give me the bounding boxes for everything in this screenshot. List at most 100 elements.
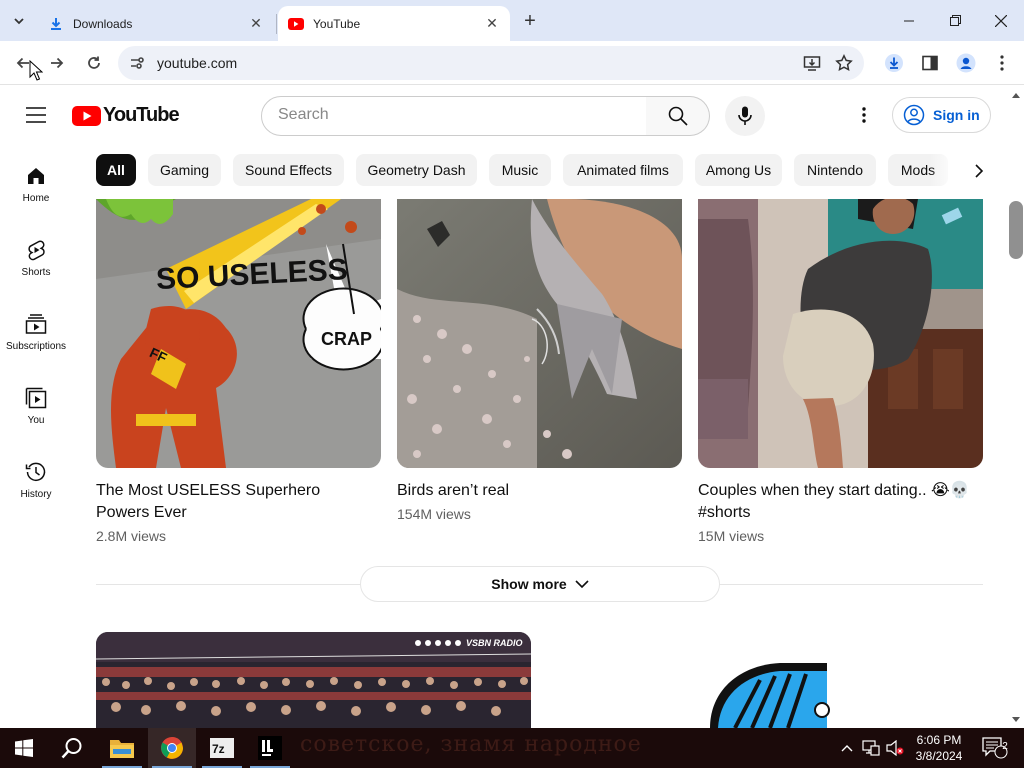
close-window-button[interactable] <box>978 0 1024 41</box>
video-thumbnail-couples[interactable] <box>698 199 983 468</box>
close-tab-icon[interactable]: ✕ <box>247 15 265 33</box>
chip-gaming[interactable]: Gaming <box>148 154 221 186</box>
sidebar-item-label: Subscriptions <box>5 341 67 352</box>
restore-icon <box>949 15 961 26</box>
start-button[interactable] <box>0 728 48 768</box>
video-thumbnail-birds[interactable] <box>397 199 682 468</box>
chevron-up-icon <box>841 745 853 752</box>
taskbar-clock[interactable]: 6:06 PM 3/8/2024 <box>908 732 970 764</box>
taskbar-file-explorer[interactable] <box>98 728 146 768</box>
sidebar-item-you[interactable]: You <box>0 370 72 444</box>
tab-youtube[interactable]: YouTube ✕ <box>278 6 510 41</box>
video-views: 154M views <box>397 506 471 522</box>
video-title[interactable]: The Most USELESS Superhero Powers Ever <box>96 480 376 524</box>
video-thumbnail-crowd[interactable]: VSBN RADIO <box>96 632 531 728</box>
show-more-button[interactable]: Show more <box>360 566 720 602</box>
taskbar-search-button[interactable] <box>48 728 96 768</box>
volume-button[interactable] <box>884 728 906 768</box>
chip-nintendo[interactable]: Nintendo <box>794 154 876 186</box>
shorts-icon <box>24 238 48 262</box>
you-icon <box>24 386 48 410</box>
browser-menu-button[interactable] <box>988 49 1016 77</box>
more-vertical-icon <box>1000 55 1004 71</box>
notification-count: 2 <box>1002 741 1008 752</box>
video-title[interactable]: Birds aren’t real <box>397 480 677 502</box>
youtube-favicon-icon <box>288 16 304 32</box>
search-icon <box>668 106 688 126</box>
video-thumbnail-partial[interactable] <box>700 660 830 728</box>
profile-button[interactable] <box>952 49 980 77</box>
chip-bar-next-button[interactable] <box>966 158 992 184</box>
sidebar-item-home[interactable]: Home <box>0 148 72 222</box>
taskbar-7zip[interactable]: 7z <box>198 728 246 768</box>
search-input[interactable] <box>278 106 618 124</box>
search-icon <box>61 738 82 759</box>
taskbar-chrome[interactable] <box>148 728 196 768</box>
downloads-button[interactable] <box>880 49 908 77</box>
forward-button[interactable] <box>43 49 71 77</box>
search-button[interactable] <box>646 96 710 136</box>
youtube-logo[interactable]: YouTube <box>72 104 180 127</box>
search-box[interactable] <box>261 96 647 136</box>
chip-among-us[interactable]: Among Us <box>695 154 782 186</box>
video-views: 15M views <box>698 528 765 544</box>
sidebar-item-shorts[interactable]: Shorts <box>0 222 72 296</box>
close-tab-icon[interactable]: ✕ <box>483 15 501 33</box>
browser-toolbar: youtube.com <box>0 41 1024 85</box>
chip-music[interactable]: Music <box>489 154 551 186</box>
tab-search-button[interactable] <box>7 9 31 33</box>
install-app-icon[interactable] <box>801 52 823 74</box>
youtube-header: YouTube Sign in <box>0 86 1010 142</box>
hamburger-icon <box>26 107 46 123</box>
bookmark-star-icon[interactable] <box>833 52 855 74</box>
history-icon <box>24 460 48 484</box>
restore-button[interactable] <box>932 0 978 41</box>
comic-thumbnail-image: SO USELESS CRAP FF <box>96 199 381 468</box>
voice-search-button[interactable] <box>725 96 765 136</box>
address-bar[interactable]: youtube.com <box>118 46 864 80</box>
chip-sound-effects[interactable]: Sound Effects <box>233 154 344 186</box>
chip-geometry-dash[interactable]: Geometry Dash <box>356 154 477 186</box>
action-center-button[interactable]: 2 <box>978 728 1012 768</box>
subscriptions-icon <box>24 312 48 336</box>
account-circle-icon <box>903 104 925 126</box>
reload-icon <box>88 56 100 69</box>
sidebar-item-history[interactable]: History <box>0 444 72 518</box>
reload-button[interactable] <box>80 49 108 77</box>
guide-menu-button[interactable] <box>22 101 50 129</box>
sidebar-item-label: Home <box>22 193 50 204</box>
folder-icon <box>110 740 134 758</box>
url-text: youtube.com <box>157 55 238 71</box>
svg-text:7z: 7z <box>212 742 225 756</box>
new-tab-button[interactable]: + <box>518 9 542 33</box>
sign-in-button[interactable]: Sign in <box>892 97 991 133</box>
sidebar-item-label: History <box>20 489 52 500</box>
kitchen-thumbnail-image <box>698 199 983 468</box>
mouse-cursor-icon <box>29 60 43 81</box>
arrow-right-icon <box>51 57 64 69</box>
tab-downloads[interactable]: Downloads ✕ <box>38 6 274 41</box>
network-status-button[interactable] <box>860 728 882 768</box>
volume-muted-icon <box>886 740 904 756</box>
bird-thumbnail-image <box>397 199 682 468</box>
site-settings-icon[interactable] <box>128 54 146 72</box>
sidebar-item-subscriptions[interactable]: Subscriptions <box>0 296 72 370</box>
page-scrollbar[interactable] <box>1008 86 1024 728</box>
video-title[interactable]: Couples when they start dating.. 😭💀 #sho… <box>698 480 978 524</box>
tab-title: YouTube <box>313 16 361 31</box>
video-thumbnail-superhero[interactable]: SO USELESS CRAP FF <box>96 199 381 468</box>
scroll-down-arrow-icon[interactable] <box>1008 712 1024 726</box>
settings-menu-button[interactable] <box>852 101 876 129</box>
category-chip-bar: All Gaming Sound Effects Geometry Dash M… <box>96 154 996 186</box>
side-panel-button[interactable] <box>916 49 944 77</box>
chip-animated-films[interactable]: Animated films <box>563 154 683 186</box>
taskbar-intellij[interactable] <box>246 728 294 768</box>
chip-all[interactable]: All <box>96 154 136 186</box>
minimize-button[interactable] <box>886 0 932 41</box>
chrome-icon <box>161 737 183 759</box>
show-hidden-icons-button[interactable] <box>836 728 858 768</box>
logo-wordmark: YouTube <box>103 104 180 126</box>
home-icon <box>24 164 48 188</box>
scrollbar-thumb[interactable] <box>1009 201 1023 259</box>
scroll-up-arrow-icon[interactable] <box>1008 88 1024 102</box>
